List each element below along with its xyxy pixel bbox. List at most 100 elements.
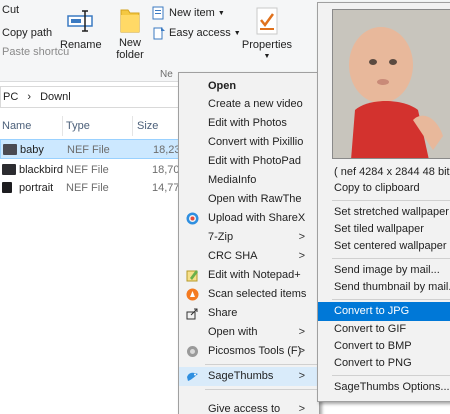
new-folder-label-2: folder	[116, 49, 144, 61]
menu-item-create-video[interactable]: Create a new video	[179, 95, 319, 114]
file-row[interactable]: portrait NEF File 14,77	[0, 178, 180, 198]
easy-access-button[interactable]: Easy access ▼	[152, 26, 241, 40]
submenu-item-convert-jpg[interactable]: Convert to JPG	[318, 302, 450, 321]
file-type: NEF File	[67, 144, 110, 156]
menu-item-label: MediaInfo	[208, 174, 257, 186]
menu-item-label: Give access to	[208, 403, 281, 414]
column-divider[interactable]	[62, 116, 63, 136]
menu-item-label: Open with	[208, 326, 258, 338]
menu-separator	[205, 364, 317, 365]
menu-item-label: Scan selected items	[208, 288, 307, 300]
easy-access-label: Easy access	[169, 27, 231, 39]
menu-item-7zip[interactable]: 7-Zip >	[179, 228, 319, 247]
submenu-item-label: Send thumbnail by mail...	[334, 281, 450, 293]
new-folder-button[interactable]: New folder	[112, 6, 148, 61]
sagethumbs-submenu: ( nef 4284 x 2844 48 bit ) Copy to clipb…	[317, 2, 450, 402]
menu-item-convert-pixillion[interactable]: Convert with Pixillio	[179, 133, 319, 152]
properties-label: Properties	[241, 39, 293, 51]
menu-item-crc-sha[interactable]: CRC SHA >	[179, 247, 319, 266]
submenu-item-convert-png[interactable]: Convert to PNG	[318, 354, 450, 373]
chevron-right-icon: >	[298, 250, 305, 262]
file-name: blackbird	[19, 164, 64, 176]
menu-item-edit-photopad[interactable]: Edit with PhotoPad	[179, 152, 319, 171]
chevron-right-icon: >	[298, 326, 305, 338]
submenu-item-label: Convert to PNG	[334, 357, 412, 369]
menu-item-label: Edit with Photos	[208, 117, 287, 129]
rename-button[interactable]: Rename	[60, 6, 102, 51]
breadcrumb-folder[interactable]: Downl	[40, 91, 71, 103]
file-row[interactable]: blackbird NEF File 18,70	[0, 160, 180, 180]
submenu-item-label: Convert to JPG	[334, 305, 410, 317]
submenu-item-options[interactable]: SageThumbs Options...	[318, 378, 450, 397]
menu-item-label: Share	[208, 307, 238, 319]
submenu-item-label: Send image by mail...	[334, 264, 440, 276]
menu-item-share[interactable]: Share	[179, 304, 319, 323]
sharex-icon	[186, 212, 199, 225]
file-name: baby	[20, 144, 44, 156]
submenu-item-label: Convert to BMP	[334, 340, 412, 352]
cut-button[interactable]: Cut	[2, 4, 19, 16]
sagethumbs-icon	[187, 372, 198, 381]
menu-separator	[205, 389, 317, 390]
menu-item-label: Edit with PhotoPad	[208, 155, 301, 167]
menu-separator	[332, 299, 450, 300]
menu-item-label: 7-Zip	[208, 231, 234, 243]
breadcrumb-pc[interactable]: PC	[3, 91, 18, 103]
file-row[interactable]: baby NEF File 18,23	[0, 139, 181, 159]
menu-item-label: Open with RawThe	[208, 193, 302, 205]
file-size: 18,23	[153, 144, 181, 156]
submenu-item-label: Set tiled wallpaper	[334, 223, 424, 235]
copy-path-button[interactable]: Copy path	[2, 27, 52, 39]
menu-item-label: SageThumbs	[208, 370, 274, 382]
file-size: 14,77	[152, 182, 180, 194]
column-divider[interactable]	[132, 116, 133, 136]
new-item-icon	[152, 6, 164, 20]
rename-icon	[67, 10, 93, 32]
menu-item-label: Upload with ShareX	[208, 212, 306, 224]
column-header-size[interactable]: Size	[137, 120, 158, 132]
menu-item-label: Picosmos Tools (F)	[208, 345, 302, 357]
menu-item-sagethumbs[interactable]: SageThumbs >	[179, 367, 319, 386]
menu-separator	[332, 200, 450, 201]
properties-icon	[256, 7, 278, 35]
menu-item-edit-photos[interactable]: Edit with Photos	[179, 114, 319, 133]
chevron-right-icon: >	[298, 370, 305, 382]
rename-label: Rename	[60, 39, 102, 51]
menu-item-upload-sharex[interactable]: Upload with ShareX	[179, 209, 319, 228]
submenu-item-centered-wallpaper[interactable]: Set centered wallpaper	[318, 237, 450, 256]
picosmos-icon	[187, 346, 198, 357]
file-name: portrait	[19, 182, 54, 194]
image-info-label: ( nef 4284 x 2844 48 bit )	[334, 166, 450, 178]
submenu-item-send-thumbnail[interactable]: Send thumbnail by mail...	[318, 278, 450, 297]
menu-item-scan[interactable]: Scan selected items	[179, 285, 319, 304]
new-folder-label-1: New	[118, 37, 141, 49]
menu-separator	[332, 258, 450, 259]
file-type: NEF File	[66, 164, 109, 176]
file-type: NEF File	[66, 182, 109, 194]
new-item-button[interactable]: New item ▼	[152, 6, 225, 20]
submenu-item-copy-clipboard[interactable]: Copy to clipboard	[318, 179, 450, 198]
menu-item-open[interactable]: Open	[179, 77, 319, 96]
menu-item-label: Edit with Notepad+	[208, 269, 301, 281]
avast-icon	[186, 288, 199, 301]
new-item-label: New item	[169, 7, 215, 19]
dropdown-arrow-icon: ▼	[263, 53, 271, 60]
submenu-item-label: Set stretched wallpaper	[334, 206, 449, 218]
chevron-right-icon: >	[298, 403, 305, 414]
menu-item-open-with[interactable]: Open with >	[179, 323, 319, 342]
folder-icon	[120, 9, 140, 33]
menu-item-give-access[interactable]: Give access to >	[179, 400, 319, 414]
baby-photo-thumbnail	[333, 10, 450, 158]
address-bar[interactable]: PC › Downl	[0, 86, 180, 108]
context-menu: Open Create a new video Edit with Photos…	[178, 72, 320, 414]
menu-item-picosmos[interactable]: Picosmos Tools (F) >	[179, 342, 319, 361]
properties-button[interactable]: Properties ▼	[240, 6, 294, 63]
menu-item-open-rawtherapee[interactable]: Open with RawThe	[179, 190, 319, 209]
menu-item-label: Convert with Pixillio	[208, 136, 304, 148]
menu-item-label: Create a new video	[208, 98, 303, 110]
column-header-name[interactable]: Name	[2, 120, 31, 132]
menu-item-mediainfo[interactable]: MediaInfo	[179, 171, 319, 190]
menu-item-edit-notepad[interactable]: Edit with Notepad+	[179, 266, 319, 285]
menu-separator	[332, 375, 450, 376]
column-header-type[interactable]: Type	[66, 120, 90, 132]
